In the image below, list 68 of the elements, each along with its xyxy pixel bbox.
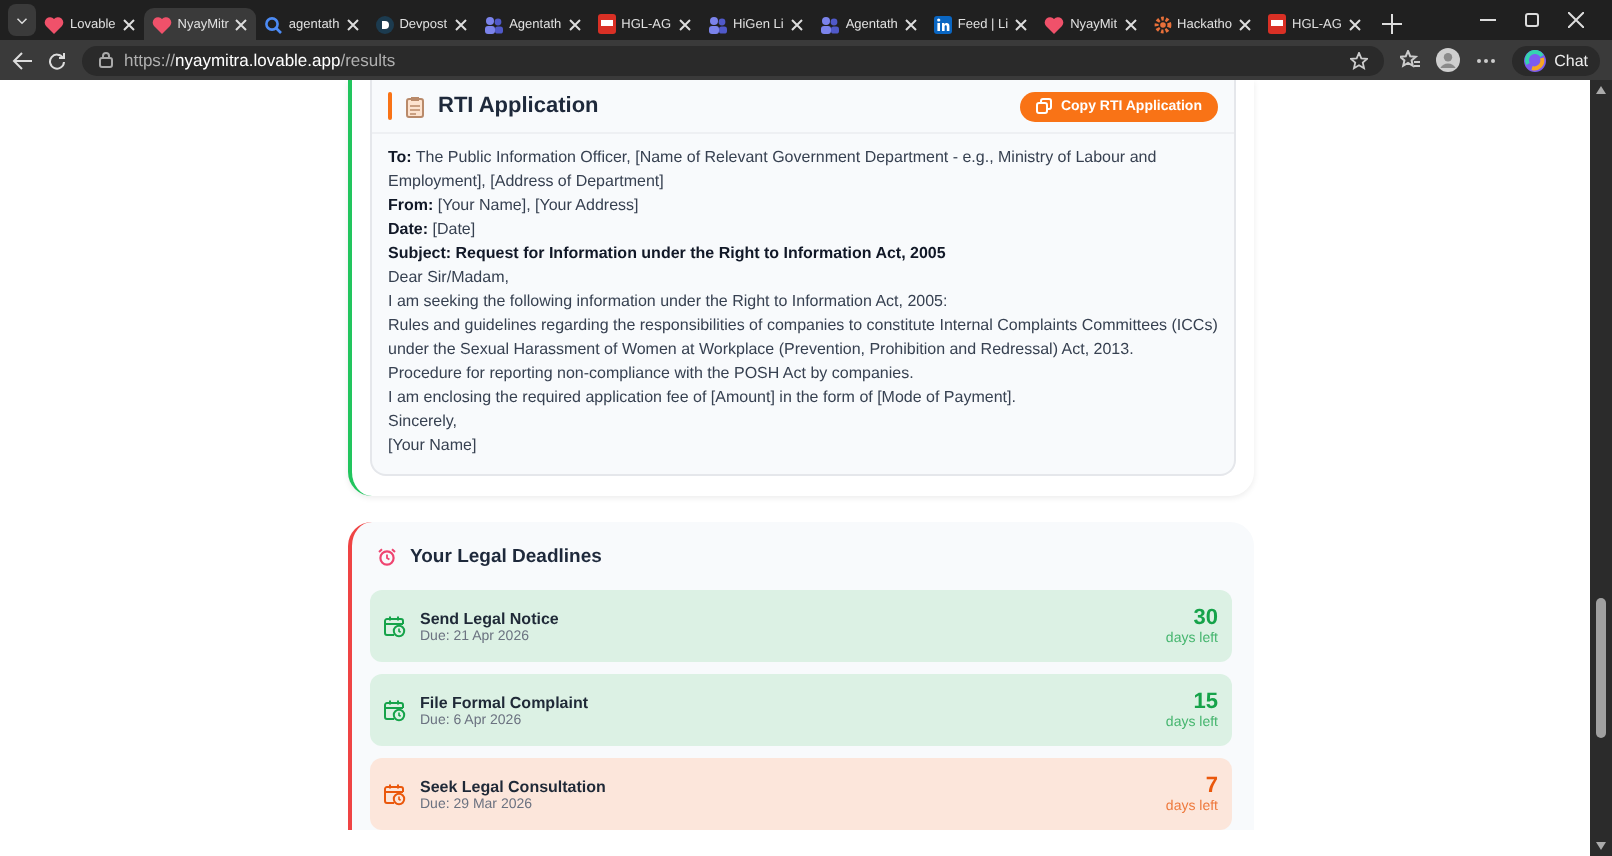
letter-line: I am seeking the following information under the Right to Information Act, 2005: [388,290,950,314]
days-count: 30 [1193,606,1218,630]
address-field[interactable]: https://nyaymitra.lovable.app/results [82,45,1385,75]
copy-icon [1036,98,1053,114]
heart-icon [151,15,172,33]
site-info-icon[interactable] [98,52,114,68]
scroll-down-icon[interactable] [1596,842,1606,850]
chevron-down-icon [16,15,28,25]
close-icon[interactable] [903,17,918,31]
close-icon[interactable] [121,17,136,31]
card-title: RTI Application [438,94,601,118]
deadline-title: File Formal Complaint [420,693,591,711]
close-icon[interactable] [1238,17,1253,31]
close-icon[interactable] [453,17,468,31]
more-icon[interactable] [1476,57,1497,63]
letter-line: Dear Sir/Madam, [388,266,511,290]
section-title: Your Legal Deadlines [410,545,602,567]
letter-line: Subject: Request for Information under the Right to Information Act, 2005 [388,242,948,266]
close-icon[interactable] [1123,17,1138,31]
close-icon[interactable] [567,17,582,31]
chat-logo-icon [1524,49,1547,71]
close-icon[interactable] [789,17,804,31]
people-icon [483,15,504,33]
document-icon [1268,14,1287,34]
restore-icon[interactable] [1524,12,1540,28]
heart-icon [44,15,64,33]
letter-line: Sincerely, [388,410,460,434]
document-icon [597,14,616,34]
people-icon [819,15,840,33]
reload-icon[interactable] [48,51,66,69]
calendar-clock-icon [384,783,406,805]
scroll-up-icon[interactable] [1596,86,1606,94]
alarm-clock-icon [378,547,396,565]
linkedin-icon [933,15,952,33]
close-icon[interactable] [677,17,692,31]
calendar-clock-icon [384,699,406,721]
deadline-title: Send Legal Notice [420,609,561,627]
close-icon[interactable] [234,17,249,31]
scrollbar[interactable] [1590,80,1612,856]
letter-line: Rules and guidelines regarding the responsibilities of companies to constitute Internal Complaints Committees (ICCs) under the Sexual Harassment of Women at Workplace (Prevention, Prohibition and Redressal) Act, 2013. [388,314,1218,362]
favorites-icon[interactable] [1400,50,1421,70]
new-tab-icon[interactable] [1381,14,1402,34]
avatar-icon[interactable] [1436,48,1461,72]
deadline-title: Seek Legal Consultation [420,777,608,795]
gear-icon [1153,15,1172,33]
close-icon[interactable] [1014,17,1029,31]
days-count: 7 [1205,774,1218,798]
calendar-clock-icon [384,615,406,637]
clipboard-icon [406,95,424,117]
letter-line: Procedure for reporting non-compliance with the POSH Act by companies. [388,362,916,386]
star-icon[interactable] [1350,51,1369,69]
tab-list-button[interactable] [8,4,36,36]
back-icon[interactable] [12,51,32,69]
days-count: 15 [1193,690,1218,714]
heart-icon [1044,15,1065,33]
letter-line: [Your Name] [388,434,479,458]
search-icon [264,15,283,33]
letter-line: From: [Your Name], [Your Address] [388,194,641,218]
letter-line: Date: [Date] [388,218,478,242]
letter-line: To: The Public Information Officer, [Name of Relevant Government Department - e.g., Ministry of Labour and Employment], [Address of Department] [388,146,1159,194]
people-icon [707,15,728,33]
close-icon[interactable] [1347,17,1362,31]
url-text: https://nyaymitra.lovable.app/results [124,50,396,70]
chat-button[interactable]: Chat [1512,45,1600,75]
close-icon[interactable] [1568,12,1584,28]
close-icon[interactable] [345,17,360,31]
letter-d-icon [375,15,394,33]
letter-line: I am enclosing the required application fee of [Amount] in the form of [Mode of Payment]. [388,386,1018,410]
